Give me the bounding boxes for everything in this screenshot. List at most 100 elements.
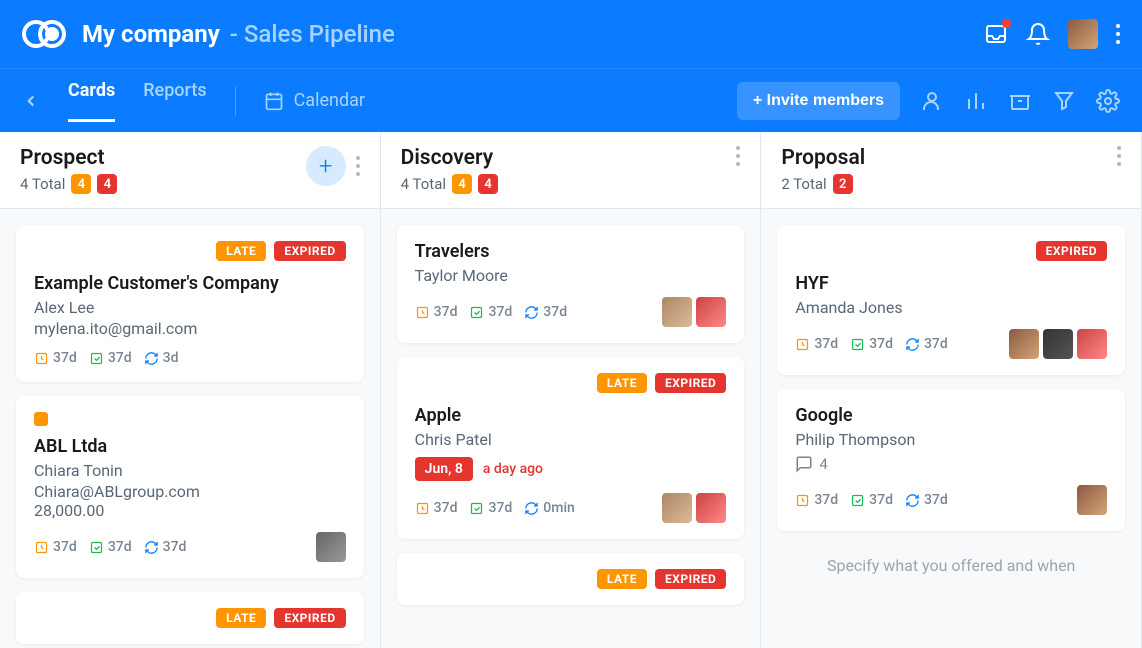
bell-icon[interactable] xyxy=(1026,22,1050,46)
column-placeholder-text: Specify what you offered and when xyxy=(777,545,1125,587)
column-header: Proposal 2 Total 2 xyxy=(761,132,1141,209)
tag-late: LATE xyxy=(216,608,266,628)
card[interactable]: LATE EXPIRED Example Customer's Company … xyxy=(16,225,364,382)
card-person: Chiara Tonin xyxy=(34,461,346,480)
column-menu-icon[interactable] xyxy=(356,156,360,176)
card[interactable]: LATE EXPIRED xyxy=(16,592,364,644)
column-total: 4 Total xyxy=(20,175,65,193)
card[interactable]: Travelers Taylor Moore 37d 37d 37d xyxy=(397,225,745,343)
calendar-icon xyxy=(264,91,284,111)
assignee-avatar[interactable] xyxy=(662,493,692,523)
metric-1: 37d xyxy=(53,350,77,366)
metric-2: 37d xyxy=(108,350,132,366)
invite-members-button[interactable]: + Invite members xyxy=(737,82,900,120)
badge-expired-count: 4 xyxy=(478,174,498,194)
card-amount: 28,000.00 xyxy=(34,501,346,520)
assignee-avatar[interactable] xyxy=(316,532,346,562)
comment-count: 4 xyxy=(819,455,827,473)
tab-reports[interactable]: Reports xyxy=(143,80,206,122)
metric-2: 37d xyxy=(488,500,512,516)
card-email: Chiara@ABLgroup.com xyxy=(34,482,346,501)
metric-3: 37d xyxy=(543,304,567,320)
metric-3: 37d xyxy=(163,539,187,555)
top-menu-icon[interactable] xyxy=(1116,24,1120,44)
assignee-avatar[interactable] xyxy=(1043,329,1073,359)
badge-late-count: 4 xyxy=(71,174,91,194)
column-menu-icon[interactable] xyxy=(736,146,740,166)
column-total: 2 Total xyxy=(781,175,826,193)
metric-1: 37d xyxy=(434,304,458,320)
user-avatar[interactable] xyxy=(1068,19,1098,49)
assignee-avatar[interactable] xyxy=(662,297,692,327)
assignee-avatar[interactable] xyxy=(1077,329,1107,359)
tag-expired: EXPIRED xyxy=(274,241,345,261)
refresh-icon xyxy=(905,337,920,352)
person-icon[interactable] xyxy=(920,89,944,113)
tag-late: LATE xyxy=(597,373,647,393)
kanban-board: Prospect 4 Total 4 4 + LATE EXPIRED Exam… xyxy=(0,132,1142,648)
badge-expired-count: 4 xyxy=(97,174,117,194)
clock-icon xyxy=(795,493,810,508)
add-card-button[interactable]: + xyxy=(306,146,346,186)
due-date: Jun, 8 xyxy=(415,457,473,481)
refresh-icon xyxy=(905,493,920,508)
column-title: Discovery xyxy=(401,146,498,170)
back-icon[interactable] xyxy=(22,92,40,110)
calendar-button[interactable]: Calendar xyxy=(264,90,365,111)
clock-icon xyxy=(415,305,430,320)
tag-expired: EXPIRED xyxy=(655,569,726,589)
metric-3: 3d xyxy=(163,350,179,366)
tab-cards[interactable]: Cards xyxy=(68,80,115,122)
app-logo xyxy=(22,20,66,48)
tab-divider xyxy=(235,86,236,116)
archive-icon[interactable] xyxy=(1008,89,1032,113)
notification-dot xyxy=(1002,19,1011,28)
card[interactable]: LATE EXPIRED xyxy=(397,553,745,605)
bar-chart-icon[interactable] xyxy=(964,89,988,113)
badge-late-count: 4 xyxy=(452,174,472,194)
card[interactable]: LATE EXPIRED Apple Chris Patel Jun, 8 a … xyxy=(397,357,745,539)
column-prospect: Prospect 4 Total 4 4 + LATE EXPIRED Exam… xyxy=(0,132,381,648)
badge-expired-count: 2 xyxy=(833,174,853,194)
column-title: Proposal xyxy=(781,146,865,170)
card[interactable]: ABL Ltda Chiara Tonin Chiara@ABLgroup.co… xyxy=(16,396,364,578)
card-title: Apple xyxy=(415,405,727,426)
assignee-avatar[interactable] xyxy=(696,297,726,327)
tag-expired: EXPIRED xyxy=(655,373,726,393)
assignee-avatar[interactable] xyxy=(1077,485,1107,515)
card[interactable]: EXPIRED HYF Amanda Jones 37d 37d 37d xyxy=(777,225,1125,375)
tag-expired: EXPIRED xyxy=(274,608,345,628)
clock-icon xyxy=(34,540,49,555)
tag-late: LATE xyxy=(216,241,266,261)
card-title: Google xyxy=(795,405,1107,426)
comment-icon xyxy=(795,455,813,473)
card[interactable]: Google Philip Thompson 4 37d 37d 37d xyxy=(777,389,1125,531)
metric-2: 37d xyxy=(869,336,893,352)
metric-1: 37d xyxy=(434,500,458,516)
assignee-avatar[interactable] xyxy=(696,493,726,523)
card-title: Travelers xyxy=(415,241,727,262)
enter-icon xyxy=(469,305,484,320)
card-person: Philip Thompson xyxy=(795,430,1107,449)
metric-2: 37d xyxy=(108,539,132,555)
column-menu-icon[interactable] xyxy=(1117,146,1121,166)
refresh-icon xyxy=(144,351,159,366)
settings-icon[interactable] xyxy=(1096,89,1120,113)
inbox-icon[interactable] xyxy=(984,22,1008,46)
pipeline-name[interactable]: - Sales Pipeline xyxy=(230,20,395,48)
card-person: Chris Patel xyxy=(415,430,727,449)
clock-icon xyxy=(34,351,49,366)
company-name[interactable]: My company xyxy=(82,20,220,48)
metric-3: 37d xyxy=(924,336,948,352)
tag-late: LATE xyxy=(597,569,647,589)
refresh-icon xyxy=(524,305,539,320)
enter-icon xyxy=(850,493,865,508)
filter-icon[interactable] xyxy=(1052,89,1076,113)
due-ago: a day ago xyxy=(483,461,543,477)
assignee-avatar[interactable] xyxy=(1009,329,1039,359)
card-person: Amanda Jones xyxy=(795,298,1107,317)
card-title: ABL Ltda xyxy=(34,436,346,457)
card-person: Taylor Moore xyxy=(415,266,727,285)
column-discovery: Discovery 4 Total 4 4 Travelers Taylor M… xyxy=(381,132,762,648)
metric-3: 37d xyxy=(924,492,948,508)
